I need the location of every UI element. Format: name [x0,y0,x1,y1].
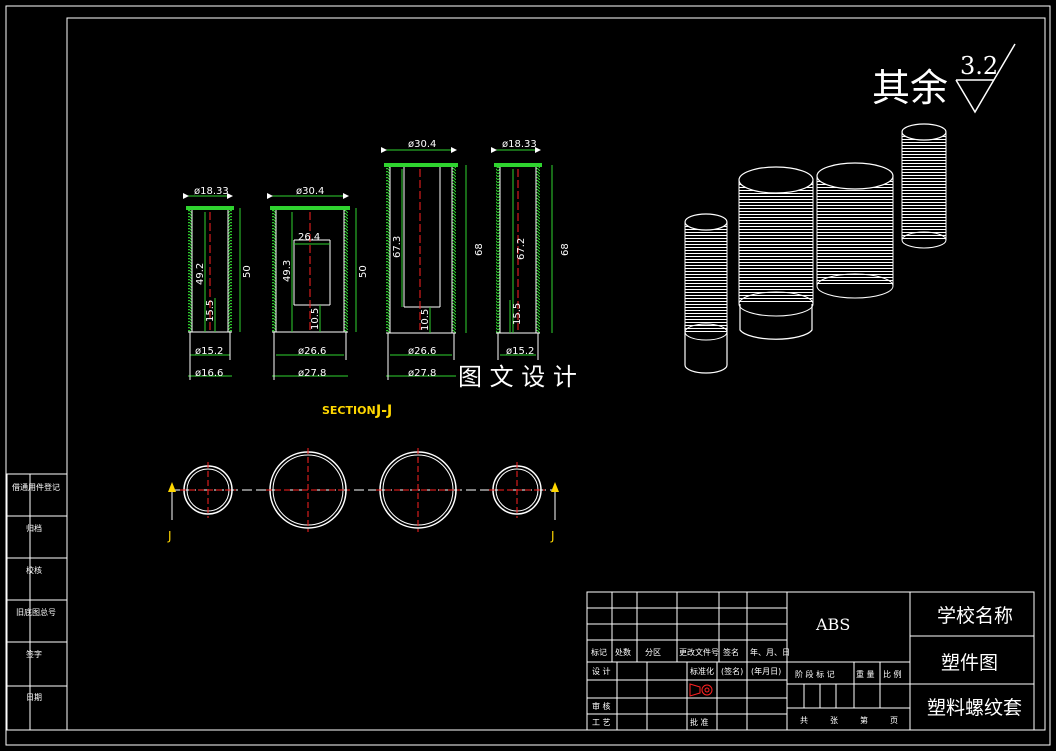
side-label-3: 旧底图总号 [16,607,56,617]
cut-label-right: J [550,529,555,543]
tb-header-4: 签名 [723,647,739,657]
part-1-section: ø18.33 49.2 15.5 50 ø15.2 ø16.6 [183,186,253,380]
part-3-total-len: 68 [474,243,485,256]
tb-material: ABS [815,615,850,634]
tb-sheet-1: 张 [830,716,838,725]
part-4-thread-len: 15.5 [512,303,523,325]
section-title: SECTION [322,404,376,417]
part-1-outer-dia: ø16.6 [195,368,223,379]
tb-header-1: 处数 [615,647,631,657]
part-2-top-dia: ø30.4 [296,186,324,197]
watermark-text: 图 文 设 计 [458,363,577,391]
part-1-thread-len: 15.5 [205,300,216,322]
tb-header-3: 更改文件号 [679,647,719,657]
tb-header-5: 年、月、日 [750,647,790,657]
tb-header-2: 分区 [645,648,661,657]
part-4-top-dia: ø18.33 [502,139,537,150]
section-letter: J-J [375,403,392,419]
tb-stage-2: 比 例 [883,669,902,679]
isometric-parts [684,123,947,374]
tb-part-name: 塑料螺纹套 [927,697,1022,719]
side-label-2: 校核 [26,565,42,575]
tb-school: 学校名称 [937,605,1013,627]
part-1-top-dia: ø18.33 [194,186,229,197]
part-3-section: ø30.4 67.3 10.5 68 ø26.6 ø27.8 [381,139,485,380]
part-2-inner-len: 49.3 [282,260,293,282]
part-2-section: ø30.4 26.4 49.3 10.5 50 ø26.6 ø27.8 [267,186,369,380]
part-3-inner-dia: ø26.6 [408,346,436,357]
part-2-bore-width: 26.4 [298,232,320,243]
part-1-total-len: 50 [242,265,253,278]
part-3-thread-len: 10.5 [420,309,431,331]
part-4-section: ø18.33 67.2 15.5 68 ø15.2 [491,139,571,360]
part-4-inner-dia: ø15.2 [506,346,534,357]
part-2-thread-len: 10.5 [310,308,321,330]
tb-drawing-name: 塑件图 [941,652,998,674]
tb-stage-0: 阶 段 标 记 [795,669,835,679]
side-label-4: 签字 [26,649,42,659]
title-block: 标记 处数 分区 更改文件号 签名 年、月、日 设 计 标准化 (签名) (年月… [586,591,1035,731]
tb-design: 设 计 [592,666,611,676]
tb-sheet-2: 第 [860,715,868,725]
part-2-total-len: 50 [358,265,369,278]
tb-sign: (签名) [721,666,743,676]
side-label-1: 归档 [26,523,42,533]
tb-approve: 批 准 [690,717,709,727]
tb-header-0: 标记 [591,647,607,657]
part-4-total-len: 68 [560,243,571,256]
part-1-inner-len: 49.2 [195,263,206,285]
surface-finish-value: 3.2 [960,52,998,80]
part-2-inner-dia: ø26.6 [298,346,326,357]
part-1-inner-dia: ø15.2 [195,346,223,357]
part-4-inner-len: 67.2 [516,238,527,260]
part-2-outer-dia: ø27.8 [298,368,326,379]
side-column: 借通用件登记 归档 校核 旧底图总号 签字 日期 [6,473,68,731]
surface-finish: 其余 3.2 [872,43,1016,114]
tb-sheet-3: 页 [890,716,898,725]
part-3-inner-len: 67.3 [392,236,403,258]
tb-craft: 工 艺 [592,718,611,727]
tb-stage-1: 重 量 [856,669,875,679]
side-label-0: 借通用件登记 [12,482,60,492]
surface-finish-label: 其余 [872,66,948,110]
cad-drawing: 借通用件登记 归档 校核 旧底图总号 签字 日期 其余 3.2 ø18.33 4… [5,5,1051,746]
part-3-outer-dia: ø27.8 [408,368,436,379]
cut-label-left: J [167,529,172,543]
tb-sheet-0: 共 [800,716,808,725]
part-3-top-dia: ø30.4 [408,139,436,150]
tb-standardize: 标准化 [690,666,714,676]
tb-review: 审 核 [592,701,611,711]
section-top-view: J J [167,448,559,543]
side-label-5: 日期 [26,693,42,702]
tb-date: (年月日) [751,666,781,676]
